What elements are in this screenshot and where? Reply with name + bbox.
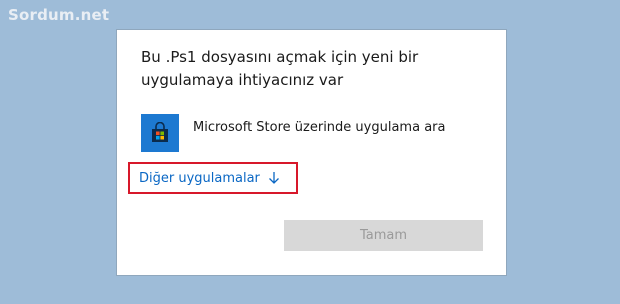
- dialog-heading: Bu .Ps1 dosyasını açmak için yeni bir uy…: [141, 48, 419, 89]
- microsoft-store-icon: [141, 114, 179, 152]
- sordum-watermark: Sordum.net: [8, 6, 110, 24]
- more-apps-label: Diğer uygulamalar: [139, 170, 260, 186]
- microsoft-store-option[interactable]: Microsoft Store üzerinde uygulama ara: [141, 114, 491, 152]
- open-with-dialog: Bu .Ps1 dosyasını açmak için yeni bir uy…: [116, 29, 507, 276]
- microsoft-store-option-label: Microsoft Store üzerinde uygulama ara: [193, 119, 446, 135]
- more-apps-link[interactable]: Diğer uygulamalar: [128, 162, 298, 194]
- arrow-down-icon: [268, 171, 280, 185]
- ok-button[interactable]: Tamam: [284, 220, 483, 251]
